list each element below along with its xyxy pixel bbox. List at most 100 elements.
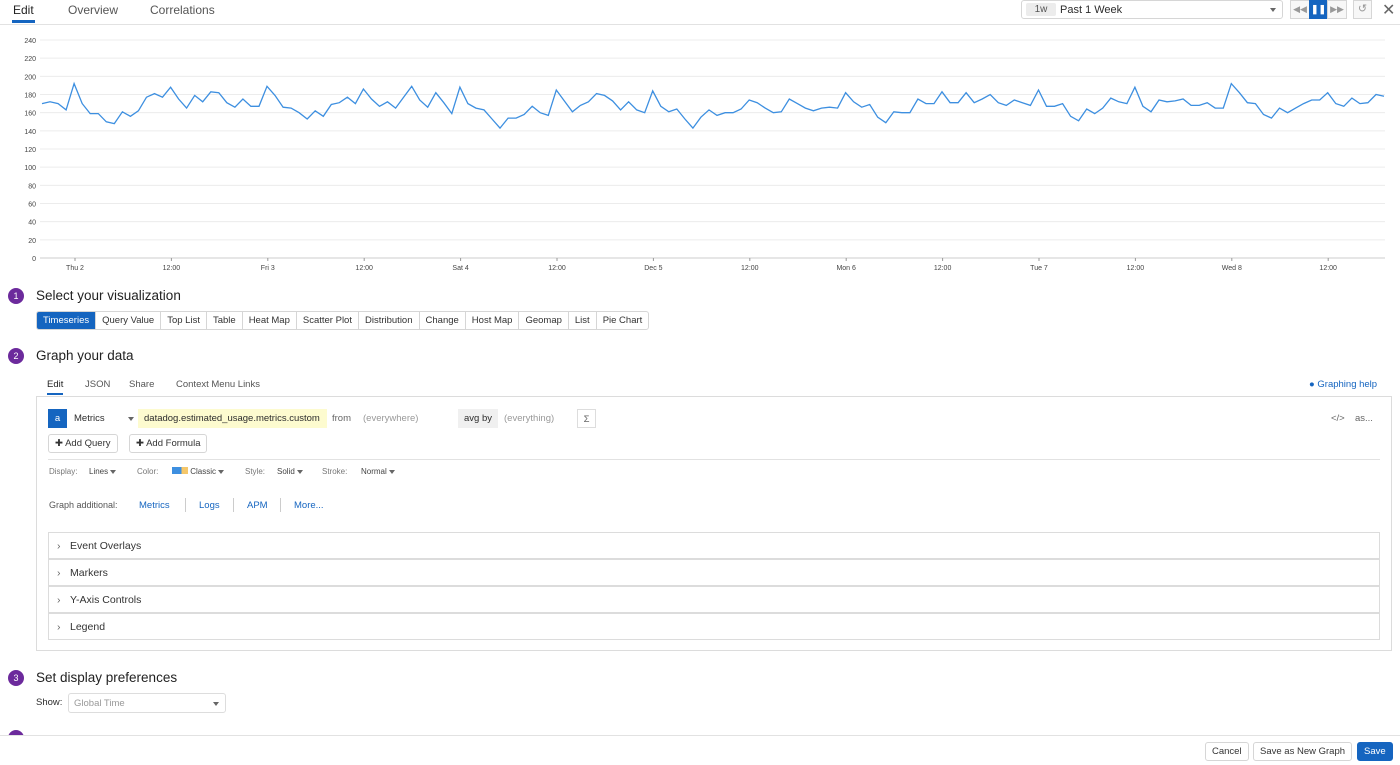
source-label: Metrics	[74, 413, 105, 424]
time-range-label: Past 1 Week	[1060, 4, 1123, 16]
rewind-icon[interactable]: ◀◀	[1290, 0, 1310, 19]
accordion-y-axis-controls[interactable]: › Y-Axis Controls	[48, 586, 1380, 613]
y-tick-label: 180	[24, 93, 36, 100]
chevron-right-icon: ›	[57, 621, 61, 633]
metric-input[interactable]: datadog.estimated_usage.metrics.custom	[138, 409, 327, 428]
y-tick-label: 20	[28, 238, 36, 245]
tab-overview[interactable]: Overview	[68, 3, 118, 17]
style-select[interactable]: Solid	[277, 467, 304, 476]
plus-icon: ✚	[55, 438, 63, 449]
y-tick-label: 120	[24, 147, 36, 154]
show-label: Show:	[36, 697, 63, 708]
graph-tab-context-menu-links[interactable]: Context Menu Links	[176, 379, 260, 390]
y-tick-label: 240	[24, 38, 36, 45]
palette-swatch-icon	[172, 467, 188, 474]
x-tick-label: Sat 4	[452, 265, 468, 272]
fast-forward-icon[interactable]: ▶▶	[1327, 0, 1347, 19]
divider	[233, 498, 234, 512]
y-tick-label: 100	[24, 165, 36, 172]
viz-option-query-value[interactable]: Query Value	[96, 312, 162, 329]
viz-option-scatter-plot[interactable]: Scatter Plot	[297, 312, 359, 329]
show-select[interactable]: Global Time	[68, 693, 226, 713]
add-query-label: Add Query	[65, 438, 111, 449]
code-icon[interactable]: </>	[1331, 409, 1345, 428]
avg-by-input[interactable]: (everything)	[504, 409, 574, 428]
graph-tab-edit[interactable]: Edit	[47, 379, 64, 395]
chevron-right-icon: ›	[57, 594, 61, 606]
stroke-select[interactable]: Normal	[361, 467, 396, 476]
save-as-new-graph-button[interactable]: Save as New Graph	[1253, 742, 1353, 761]
step-number: 2	[8, 348, 24, 364]
accordion-label: Event Overlays	[70, 540, 142, 552]
graph-tab-json[interactable]: JSON	[85, 379, 110, 390]
sigma-function-button[interactable]: Σ	[577, 409, 596, 428]
tab-correlations[interactable]: Correlations	[150, 3, 215, 17]
add-formula-button[interactable]: ✚ Add Formula	[129, 434, 208, 453]
y-tick-label: 220	[24, 56, 36, 63]
accordion-markers[interactable]: › Markers	[48, 559, 1380, 586]
source-select[interactable]: Metrics	[68, 409, 138, 428]
viz-option-geomap[interactable]: Geomap	[519, 312, 569, 329]
graphing-help-link[interactable]: ● Graphing help	[1309, 379, 1377, 390]
alias-button[interactable]: as...	[1355, 409, 1373, 428]
avg-by-label[interactable]: avg by	[458, 409, 498, 428]
viz-option-table[interactable]: Table	[207, 312, 243, 329]
graph-additional-apm[interactable]: APM	[247, 500, 268, 511]
query-letter[interactable]: a	[48, 409, 67, 428]
stroke-label: Stroke:	[322, 467, 348, 476]
y-tick-label: 140	[24, 129, 36, 136]
from-input[interactable]: (everywhere)	[363, 409, 458, 428]
help-icon: ●	[1309, 379, 1315, 390]
graph-additional-metrics[interactable]: Metrics	[139, 500, 170, 511]
accordion-event-overlays[interactable]: › Event Overlays	[48, 532, 1380, 559]
color-select[interactable]: Classic	[172, 467, 225, 476]
divider	[48, 459, 1380, 460]
graph-tab-share[interactable]: Share	[129, 379, 154, 390]
series-line[interactable]	[41, 81, 1385, 130]
divider	[280, 498, 281, 512]
undo-icon[interactable]: ↺	[1353, 0, 1372, 19]
chevron-down-icon	[213, 702, 219, 706]
display-label: Display:	[49, 467, 78, 476]
x-tick-label: Mon 6	[836, 265, 856, 272]
viz-option-timeseries[interactable]: Timeseries	[37, 312, 97, 329]
x-tick-label: Thu 2	[66, 265, 84, 272]
time-range-badge: 1w	[1026, 3, 1056, 16]
time-range-select[interactable]: 1w Past 1 Week	[1021, 0, 1283, 19]
stroke-value: Normal	[361, 467, 387, 476]
viz-option-pie-chart[interactable]: Pie Chart	[597, 312, 649, 329]
viz-option-host-map[interactable]: Host Map	[466, 312, 520, 329]
graphing-help-label: Graphing help	[1317, 379, 1378, 390]
visualization-selector: Timeseries Query Value Top List Table Heat M…	[36, 311, 650, 330]
close-icon[interactable]: ✕	[1382, 0, 1395, 20]
graph-additional-more[interactable]: More...	[294, 500, 324, 511]
pause-icon[interactable]: ❚❚	[1309, 0, 1328, 19]
color-label: Color:	[137, 467, 159, 476]
chevron-right-icon: ›	[57, 540, 61, 552]
footer-bar: Cancel Save as New Graph Save	[0, 735, 1400, 765]
add-query-button[interactable]: ✚ Add Query	[48, 434, 118, 453]
chevron-down-icon	[1270, 8, 1276, 12]
x-tick-label: 12:00	[1319, 265, 1337, 272]
viz-option-heat-map[interactable]: Heat Map	[243, 312, 297, 329]
display-value: Lines	[89, 467, 109, 476]
save-button[interactable]: Save	[1357, 742, 1393, 761]
accordion-label: Markers	[70, 567, 108, 579]
viz-option-list[interactable]: List	[569, 312, 597, 329]
viz-option-distribution[interactable]: Distribution	[359, 312, 420, 329]
plus-icon: ✚	[136, 438, 144, 449]
y-tick-label: 0	[32, 256, 36, 263]
accordion-label: Legend	[70, 621, 106, 633]
x-tick-label: Tue 7	[1030, 265, 1048, 272]
viz-option-change[interactable]: Change	[420, 312, 466, 329]
display-select[interactable]: Lines	[89, 467, 117, 476]
cancel-button[interactable]: Cancel	[1205, 742, 1249, 761]
y-tick-label: 200	[24, 74, 36, 81]
tab-edit[interactable]: Edit	[12, 3, 35, 23]
step-number: 3	[8, 670, 24, 686]
accordion-legend[interactable]: › Legend	[48, 613, 1380, 640]
graph-additional-logs[interactable]: Logs	[199, 500, 220, 511]
add-formula-label: Add Formula	[146, 438, 201, 449]
show-value: Global Time	[74, 698, 125, 709]
viz-option-top-list[interactable]: Top List	[161, 312, 207, 329]
